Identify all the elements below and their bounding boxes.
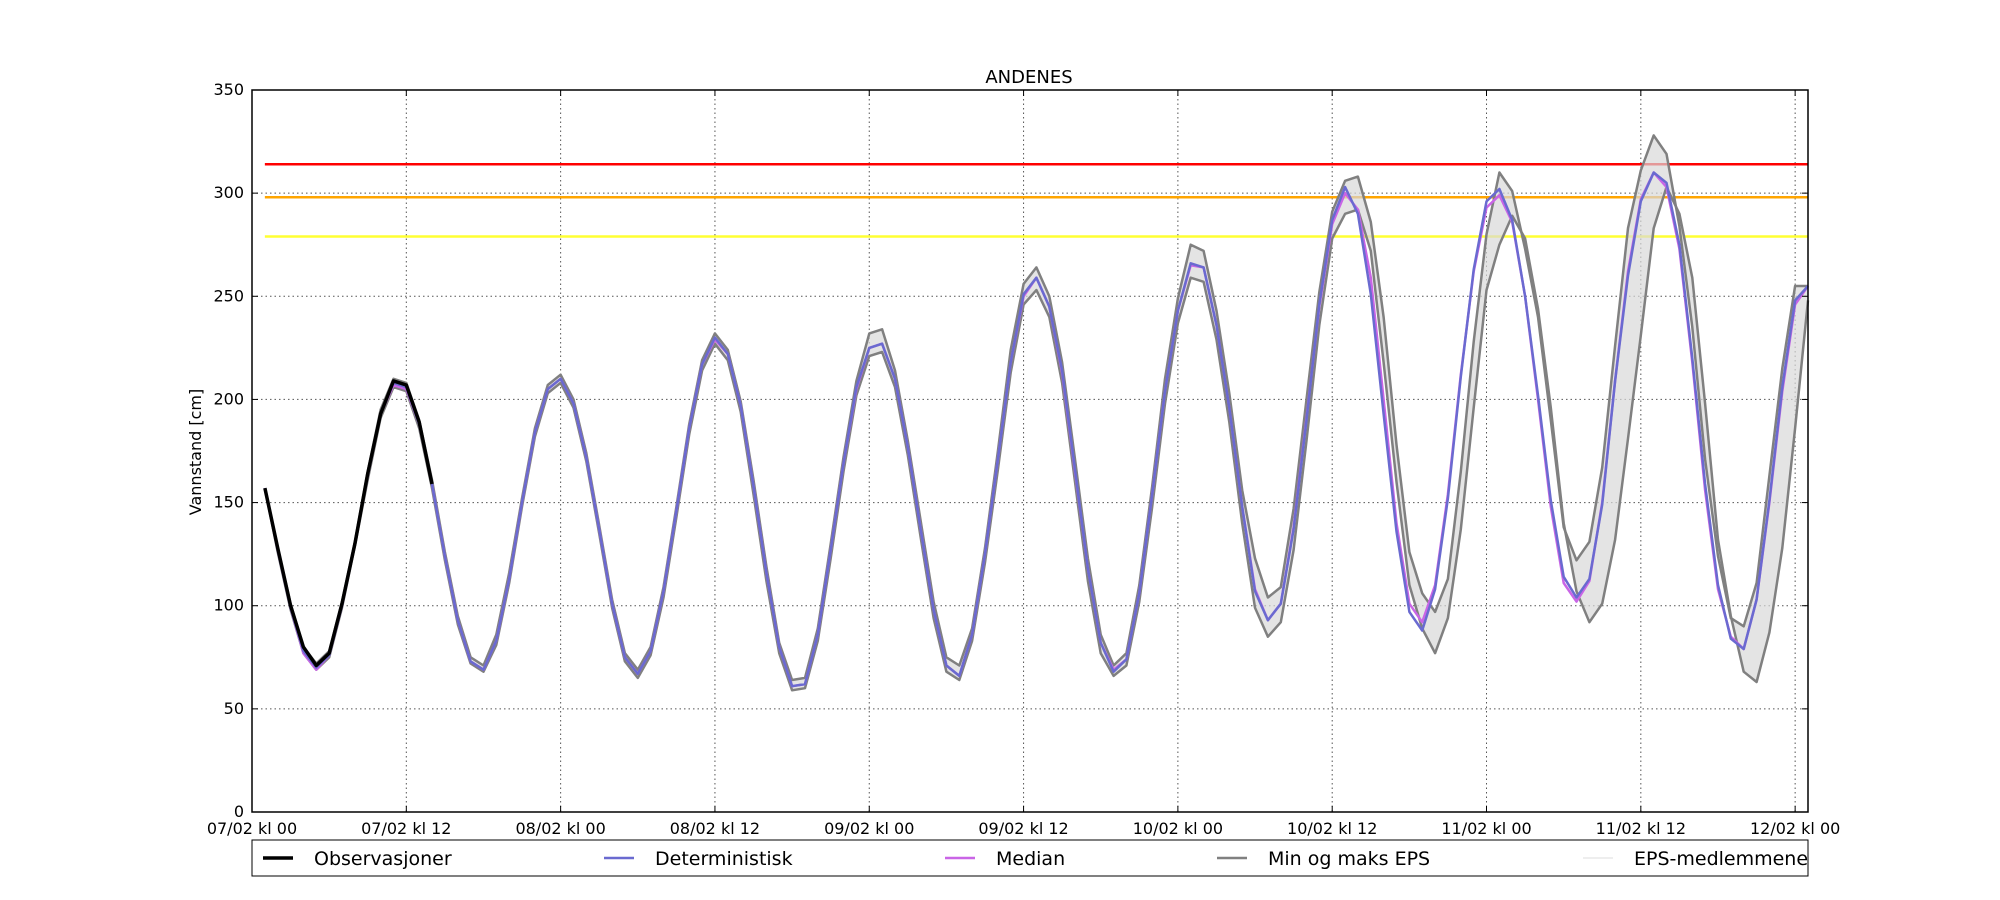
x-tick-label: 10/02 kl 12 [1287, 819, 1377, 838]
chart-title: ANDENES [985, 67, 1072, 88]
x-tick-label: 08/02 kl 00 [515, 819, 605, 838]
threshold-lines [264, 163, 1808, 238]
legend-label: Deterministisk [655, 848, 793, 870]
y-tick-label: 350 [213, 80, 244, 99]
y-tick-label: 300 [213, 183, 244, 202]
x-tick-label: 08/02 kl 12 [670, 819, 760, 838]
y-tick-label: 100 [213, 596, 244, 615]
x-tick-label: 07/02 kl 12 [361, 819, 451, 838]
eps-members-band [264, 135, 1808, 691]
x-tick-label: 09/02 kl 00 [824, 819, 914, 838]
x-tick-label: 11/02 kl 12 [1596, 819, 1686, 838]
water-level-chart: ANDENES Vannstand [cm] 05010015020025030… [186, 67, 1840, 877]
y-tick-label: 50 [224, 699, 244, 718]
ensemble-band [264, 135, 1808, 691]
x-tick-label: 09/02 kl 12 [978, 819, 1068, 838]
x-tick-label: 12/02 kl 00 [1750, 819, 1840, 838]
y-tick-label: 250 [213, 286, 244, 305]
y-tick-label: 200 [213, 389, 244, 408]
median-line [263, 171, 1810, 688]
x-tick-label: 10/02 kl 00 [1133, 819, 1223, 838]
y-tick-label: 150 [213, 493, 244, 512]
legend-label: Min og maks EPS [1268, 848, 1430, 870]
legend-label: EPS-medlemmene [1634, 848, 1808, 870]
x-tick-label: 11/02 kl 00 [1441, 819, 1531, 838]
legend: Observasjoner Deterministisk Median Min og … [251, 839, 1809, 877]
observations-line [263, 379, 434, 668]
legend-label: Median [996, 848, 1065, 870]
x-tick-label: 07/02 kl 00 [207, 819, 297, 838]
deterministic-line [263, 171, 1809, 688]
legend-label: Observasjoner [314, 848, 452, 870]
y-axis: 050100150200250300350 [213, 80, 1808, 821]
series-lines [263, 134, 1810, 692]
y-axis-label: Vannstand [cm] [186, 389, 205, 515]
eps-min-line [263, 185, 1810, 692]
